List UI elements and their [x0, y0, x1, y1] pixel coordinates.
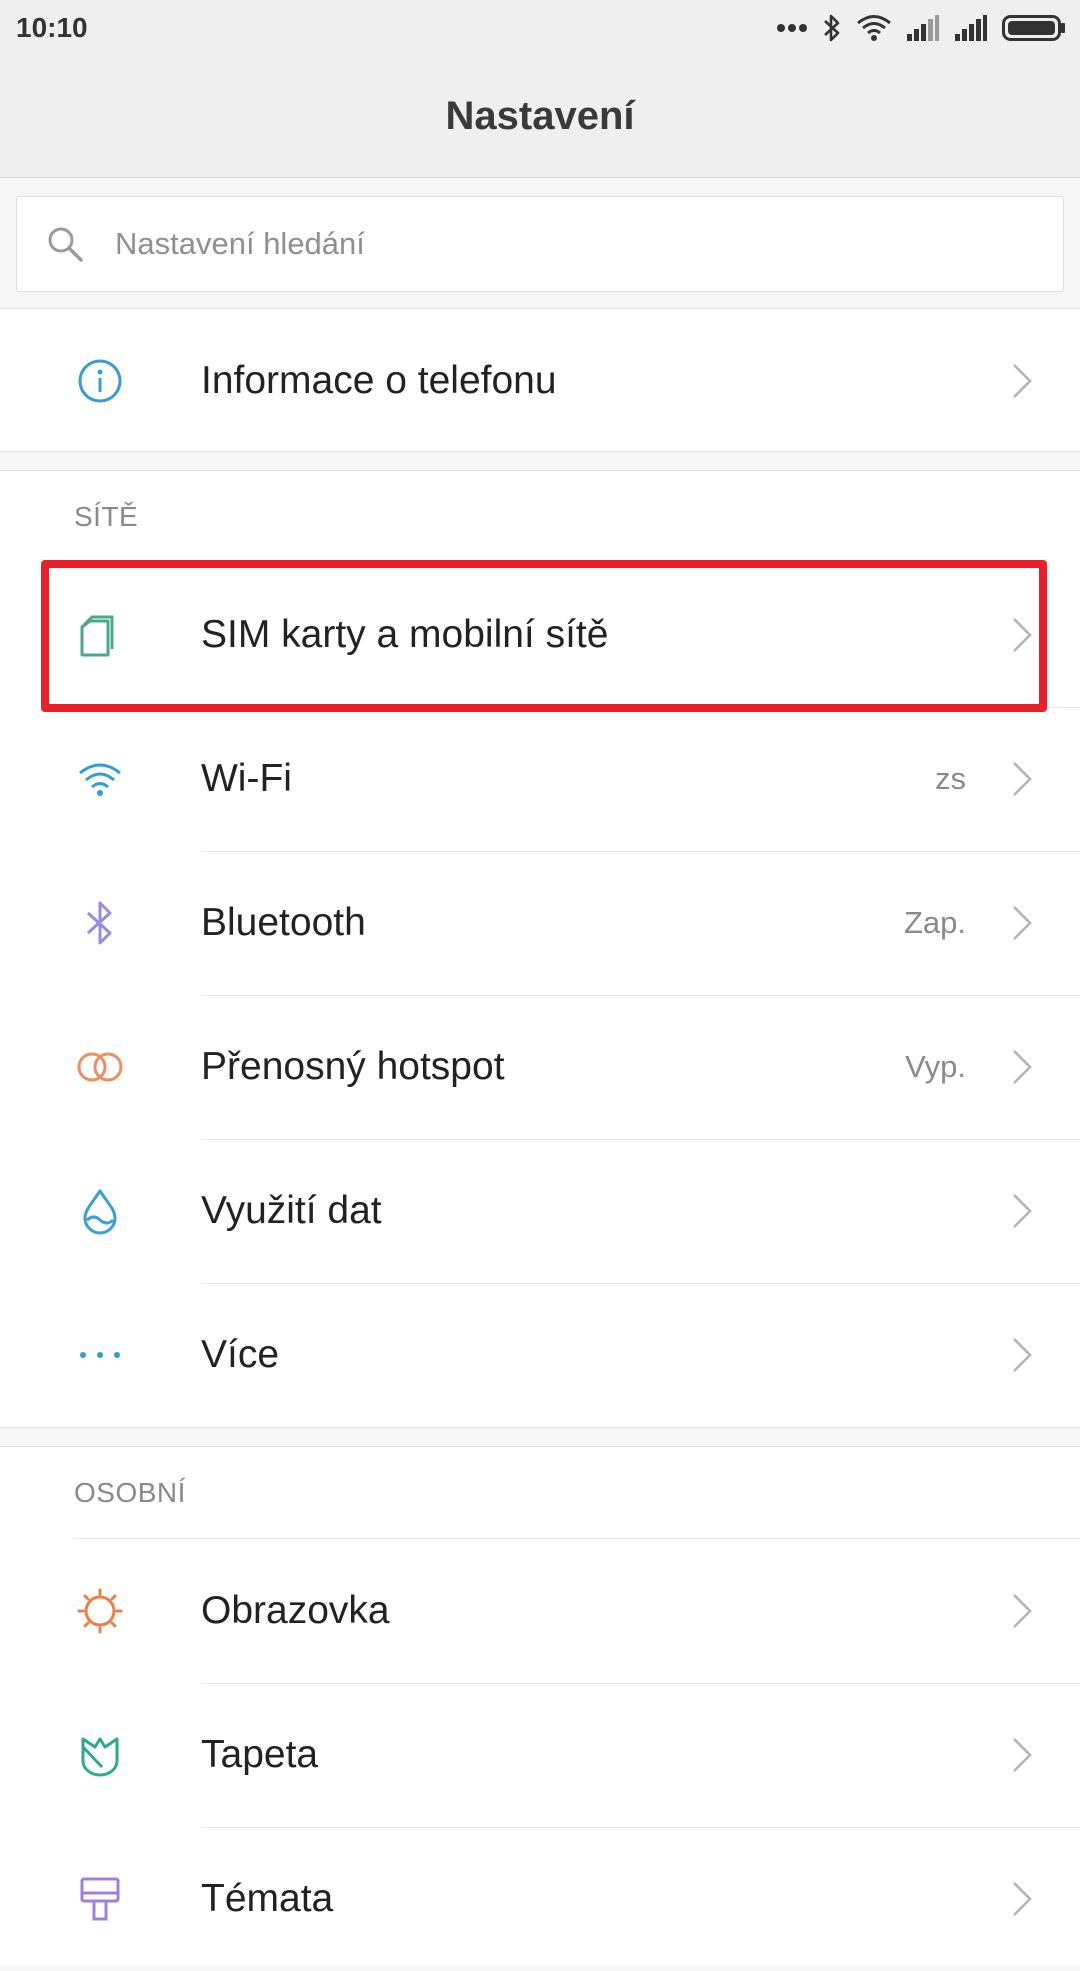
signal-icon	[907, 15, 939, 41]
search-box[interactable]	[16, 196, 1064, 292]
status-icons	[776, 10, 1066, 46]
section-header-personal: OSOBNÍ	[0, 1447, 1080, 1539]
settings-item-themes[interactable]: Témata	[0, 1827, 1080, 1971]
settings-item-label: Tapeta	[201, 1733, 319, 1776]
themes-icon	[74, 1873, 126, 1925]
search-area	[0, 178, 1080, 308]
wallpaper-icon	[74, 1729, 126, 1781]
chevron-right-icon	[1013, 1050, 1032, 1084]
settings-item-more[interactable]: Více	[0, 1283, 1080, 1427]
display-icon	[74, 1585, 126, 1637]
status-time: 10:10	[16, 12, 88, 43]
hotspot-icon	[74, 1041, 126, 1093]
chevron-right-icon	[1013, 762, 1032, 796]
settings-item-display[interactable]: Obrazovka	[0, 1539, 1080, 1683]
wifi-icon	[857, 15, 891, 41]
settings-item-wallpaper[interactable]: Tapeta	[0, 1683, 1080, 1827]
settings-item-value: Zap.	[903, 905, 966, 940]
section-title: SÍTĚ	[74, 501, 139, 532]
settings-item-label: Více	[201, 1333, 280, 1376]
card-personal: OSOBNÍ Obrazovka Tapeta Témata	[0, 1446, 1080, 1966]
settings-item-label: SIM karty a mobilní sítě	[201, 613, 609, 656]
chevron-right-icon	[1013, 1338, 1032, 1372]
settings-item-label: Wi-Fi	[201, 757, 292, 800]
data-usage-icon	[74, 1185, 126, 1237]
more-dots-icon	[777, 24, 807, 32]
search-icon	[48, 227, 83, 262]
wifi-icon	[74, 753, 126, 805]
search-input[interactable]	[115, 226, 1015, 262]
sim-icon	[74, 609, 126, 661]
bluetooth-icon	[74, 897, 126, 949]
chevron-right-icon	[1013, 906, 1032, 940]
more-icon	[74, 1329, 126, 1381]
page-title: Nastavení	[445, 94, 635, 138]
battery-icon	[1002, 15, 1065, 41]
title-bar: Nastavení	[0, 56, 1080, 178]
settings-item-label: Obrazovka	[201, 1589, 390, 1632]
settings-item-label: Využití dat	[201, 1189, 382, 1232]
settings-item-label: Informace o telefonu	[201, 359, 557, 402]
bluetooth-icon	[824, 14, 840, 42]
settings-item-about-phone[interactable]: Informace o telefonu	[0, 309, 1080, 453]
section-header-networks: SÍTĚ	[0, 471, 1080, 563]
settings-item-label: Přenosný hotspot	[201, 1045, 505, 1088]
status-bar: 10:10	[0, 0, 1080, 56]
settings-item-bluetooth[interactable]: Bluetooth Zap.	[0, 851, 1080, 995]
chevron-right-icon	[1013, 618, 1032, 652]
chevron-right-icon	[1013, 1194, 1032, 1228]
chevron-right-icon	[1013, 1594, 1032, 1628]
settings-item-hotspot[interactable]: Přenosný hotspot Vyp.	[0, 995, 1080, 1139]
card-about: Informace o telefonu	[0, 308, 1080, 452]
settings-item-wifi[interactable]: Wi-Fi zs	[0, 707, 1080, 851]
chevron-right-icon	[1013, 1882, 1032, 1916]
settings-item-label: Témata	[201, 1877, 334, 1920]
settings-item-data-usage[interactable]: Využití dat	[0, 1139, 1080, 1283]
settings-item-value: zs	[935, 761, 966, 796]
section-title: OSOBNÍ	[74, 1477, 186, 1508]
chevron-right-icon	[1013, 1738, 1032, 1772]
card-networks: SÍTĚ SIM karty a mobilní sítě Wi-Fi zs B…	[0, 470, 1080, 1428]
settings-item-label: Bluetooth	[201, 901, 366, 944]
settings-item-sim[interactable]: SIM karty a mobilní sítě	[0, 563, 1080, 707]
settings-item-value: Vyp.	[905, 1049, 966, 1084]
signal-icon	[955, 15, 987, 41]
info-icon	[74, 355, 126, 407]
chevron-right-icon	[1013, 364, 1032, 398]
